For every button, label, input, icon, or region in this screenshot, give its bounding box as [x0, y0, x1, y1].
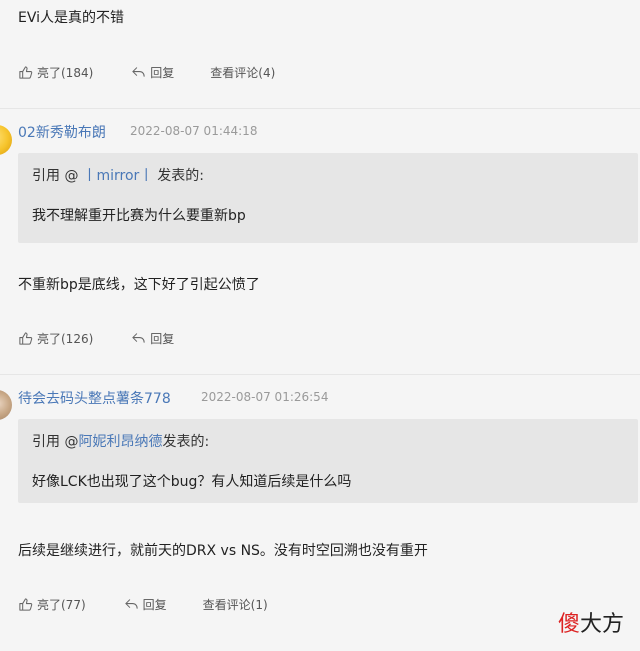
timestamp: 2022-08-07 01:44:18 [130, 124, 258, 138]
view-comments-button[interactable]: 查看评论(1) [203, 596, 268, 613]
comment-actions: 亮了(184) 回复 查看评论(4) [18, 64, 275, 81]
watermark-logo: 傻大方 [558, 606, 624, 638]
thumbs-up-icon [19, 332, 33, 345]
comment-text: 不重新bp是底线，这下好了引起公愤了 [18, 277, 260, 293]
reply-arrow-icon [132, 333, 145, 343]
view-comments-label: 查看评论(1) [202, 598, 268, 612]
comment-2: 02新秀勒布朗 2022-08-07 01:44:18 引用 @ 丨mirror丨… [0, 108, 640, 375]
quote-user-link[interactable]: 阿妮利昂纳德 [78, 434, 162, 450]
view-comments-button[interactable]: 查看评论(4) [210, 64, 275, 81]
avatar[interactable] [0, 125, 12, 155]
reply-label: 回复 [150, 66, 175, 80]
like-button[interactable]: 亮了(77) [18, 596, 86, 613]
reply-label: 回复 [142, 598, 167, 612]
quote-prefix: 引用 @ [32, 168, 79, 184]
like-count-label: 亮了(184) [37, 66, 94, 80]
username-link[interactable]: 02新秀勒布朗 [18, 122, 106, 142]
quote-prefix: 引用 @ [32, 434, 79, 450]
comment-3: 待会去码头整点薯条778 2022-08-07 01:26:54 引用 @阿妮利… [0, 374, 640, 651]
reply-button[interactable]: 回复 [124, 596, 167, 613]
thumbs-up-icon [19, 66, 33, 79]
quote-box: 引用 @ 丨mirror丨 发表的: 我不理解重开比赛为什么要重新bp [18, 153, 638, 243]
quote-text: 好像LCK也出现了这个bug？有人知道后续是什么吗 [32, 474, 352, 490]
avatar[interactable] [0, 390, 12, 420]
reply-button[interactable]: 回复 [131, 64, 174, 81]
quote-user-link[interactable]: 丨mirror丨 [82, 168, 153, 184]
comment-actions: 亮了(77) 回复 查看评论(1) [18, 596, 268, 613]
quote-box: 引用 @阿妮利昂纳德发表的: 好像LCK也出现了这个bug？有人知道后续是什么吗 [18, 419, 638, 503]
like-count-label: 亮了(77) [37, 598, 86, 612]
thumbs-up-icon [19, 598, 33, 611]
comment-1: EVi人是真的不错 亮了(184) 回复 查看评论(4) [0, 0, 640, 108]
like-count-label: 亮了(126) [37, 332, 94, 346]
watermark-red-char: 傻 [557, 612, 580, 637]
quote-suffix: 发表的: [157, 168, 204, 184]
quote-text: 我不理解重开比赛为什么要重新bp [32, 208, 246, 224]
comment-actions: 亮了(126) 回复 [18, 330, 174, 347]
quote-header: 引用 @阿妮利昂纳德发表的: [32, 431, 209, 451]
timestamp: 2022-08-07 01:26:54 [201, 390, 329, 404]
username-link[interactable]: 待会去码头整点薯条778 [18, 388, 171, 408]
reply-arrow-icon [132, 67, 145, 77]
reply-button[interactable]: 回复 [131, 330, 174, 347]
comment-text: EVi人是真的不错 [18, 10, 125, 26]
reply-arrow-icon [125, 599, 138, 609]
quote-suffix: 发表的: [162, 434, 210, 450]
quote-header: 引用 @ 丨mirror丨 发表的: [32, 165, 204, 185]
reply-label: 回复 [150, 332, 175, 346]
like-button[interactable]: 亮了(126) [18, 330, 93, 347]
watermark-rest: 大方 [579, 612, 624, 637]
comment-text: 后续是继续进行，就前天的DRX vs NS。没有时空回溯也没有重开 [18, 543, 428, 559]
like-button[interactable]: 亮了(184) [18, 64, 93, 81]
view-comments-label: 查看评论(4) [210, 66, 276, 80]
